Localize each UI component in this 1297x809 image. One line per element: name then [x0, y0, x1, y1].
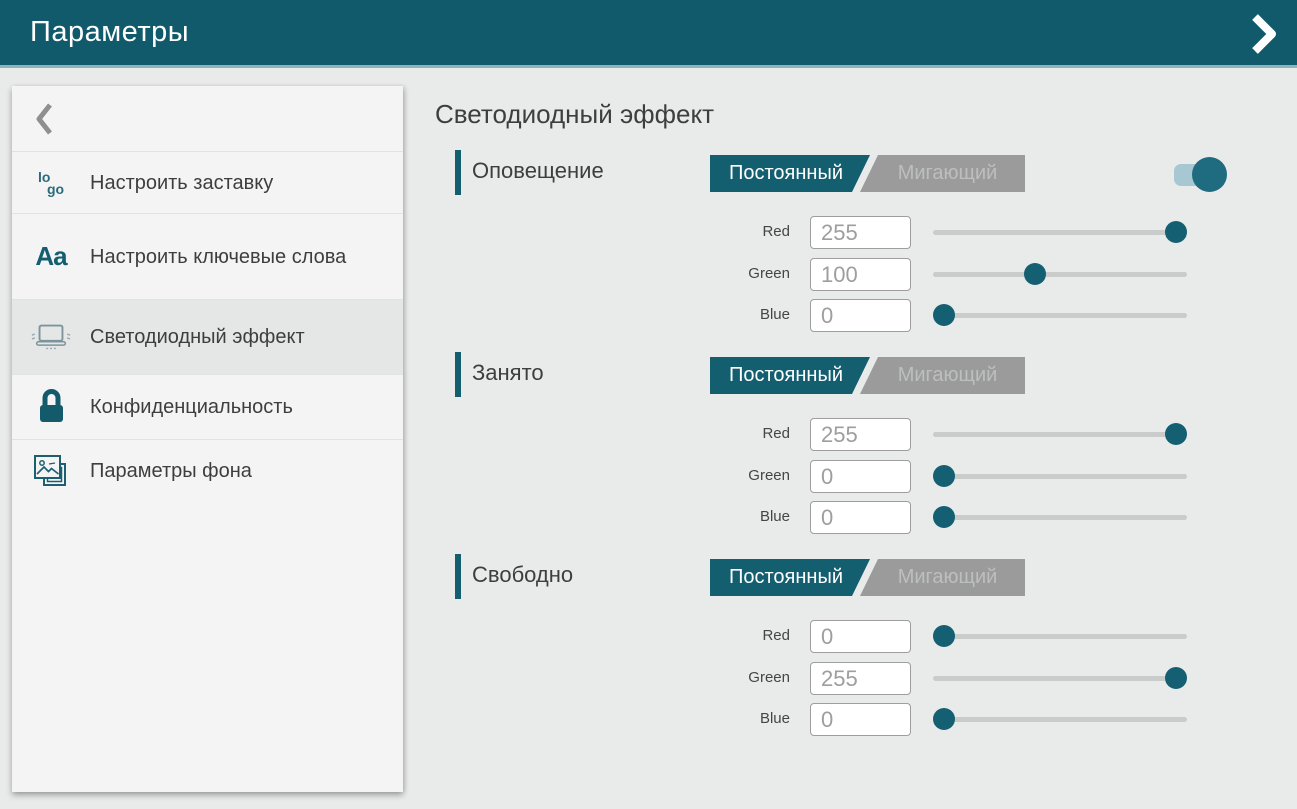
slider-track [933, 717, 1187, 722]
blue-slider[interactable] [933, 299, 1187, 332]
rgb-row-blue: Blue [0, 501, 1297, 534]
chevron-right-icon[interactable] [1249, 12, 1279, 56]
mode-option-blinking-label[interactable]: Мигающий [870, 559, 1025, 596]
sidebar-back-button[interactable] [12, 86, 403, 152]
section-free: Свободно Постоянный Мигающий Red Green B… [0, 552, 1297, 752]
slider-track [933, 432, 1187, 437]
mode-option-blinking-label[interactable]: Мигающий [870, 357, 1025, 394]
app-header: Параметры [0, 0, 1297, 65]
slider-thumb[interactable] [933, 708, 955, 730]
slider-thumb[interactable] [933, 506, 955, 528]
rgb-label: Green [640, 265, 790, 282]
green-slider[interactable] [933, 460, 1187, 493]
slider-track [933, 230, 1187, 235]
rgb-row-blue: Blue [0, 703, 1297, 736]
red-slider[interactable] [933, 620, 1187, 653]
section-label: Свободно [472, 562, 573, 588]
rgb-label: Green [640, 669, 790, 686]
rgb-row-red: Red [0, 418, 1297, 451]
content-title: Светодиодный эффект [435, 99, 714, 130]
section-busy: Занято Постоянный Мигающий Red Green Blu… [0, 350, 1297, 550]
page-title: Параметры [30, 16, 189, 49]
section-alert: Оповещение Постоянный Мигающий Red Green… [0, 148, 1297, 348]
green-slider[interactable] [933, 662, 1187, 695]
slider-track [933, 676, 1187, 681]
green-value-input[interactable] [810, 258, 911, 291]
green-value-input[interactable] [810, 460, 911, 493]
red-value-input[interactable] [810, 216, 911, 249]
rgb-label: Red [640, 425, 790, 442]
rgb-row-blue: Blue [0, 299, 1297, 332]
mode-option-constant-label[interactable]: Постоянный [710, 559, 862, 596]
blue-value-input[interactable] [810, 299, 911, 332]
slider-thumb[interactable] [1165, 221, 1187, 243]
section-accent-bar [455, 352, 461, 397]
rgb-row-green: Green [0, 258, 1297, 291]
section-label: Занято [472, 360, 544, 386]
slider-thumb[interactable] [1165, 423, 1187, 445]
red-slider[interactable] [933, 418, 1187, 451]
rgb-label: Blue [640, 710, 790, 727]
slider-track [933, 634, 1187, 639]
slider-thumb[interactable] [1165, 667, 1187, 689]
mode-segmented-control: Постоянный Мигающий [710, 559, 1025, 596]
mode-segmented-control: Постоянный Мигающий [710, 155, 1025, 192]
slider-track [933, 313, 1187, 318]
red-slider[interactable] [933, 216, 1187, 249]
rgb-label: Red [640, 627, 790, 644]
header-accent-strip [0, 65, 1297, 68]
mode-option-constant-label[interactable]: Постоянный [710, 155, 862, 192]
blue-value-input[interactable] [810, 501, 911, 534]
section-accent-bar [455, 554, 461, 599]
rgb-label: Green [640, 467, 790, 484]
blue-slider[interactable] [933, 703, 1187, 736]
slider-track [933, 474, 1187, 479]
red-value-input[interactable] [810, 620, 911, 653]
red-value-input[interactable] [810, 418, 911, 451]
green-slider[interactable] [933, 258, 1187, 291]
slider-thumb[interactable] [1024, 263, 1046, 285]
mode-option-constant-label[interactable]: Постоянный [710, 357, 862, 394]
mode-option-blinking-label[interactable]: Мигающий [870, 155, 1025, 192]
chevron-left-icon [34, 102, 54, 136]
rgb-row-green: Green [0, 460, 1297, 493]
rgb-row-green: Green [0, 662, 1297, 695]
slider-thumb[interactable] [933, 465, 955, 487]
blue-value-input[interactable] [810, 703, 911, 736]
green-value-input[interactable] [810, 662, 911, 695]
section-accent-bar [455, 150, 461, 195]
toggle-thumb [1192, 157, 1227, 192]
slider-thumb[interactable] [933, 304, 955, 326]
rgb-row-red: Red [0, 216, 1297, 249]
slider-track [933, 515, 1187, 520]
section-label: Оповещение [472, 158, 604, 184]
slider-thumb[interactable] [933, 625, 955, 647]
blue-slider[interactable] [933, 501, 1187, 534]
slider-track [933, 272, 1187, 277]
mode-segmented-control: Постоянный Мигающий [710, 357, 1025, 394]
rgb-label: Blue [640, 306, 790, 323]
rgb-label: Blue [640, 508, 790, 525]
rgb-row-red: Red [0, 620, 1297, 653]
rgb-label: Red [640, 223, 790, 240]
alert-enabled-toggle[interactable] [1174, 156, 1228, 196]
